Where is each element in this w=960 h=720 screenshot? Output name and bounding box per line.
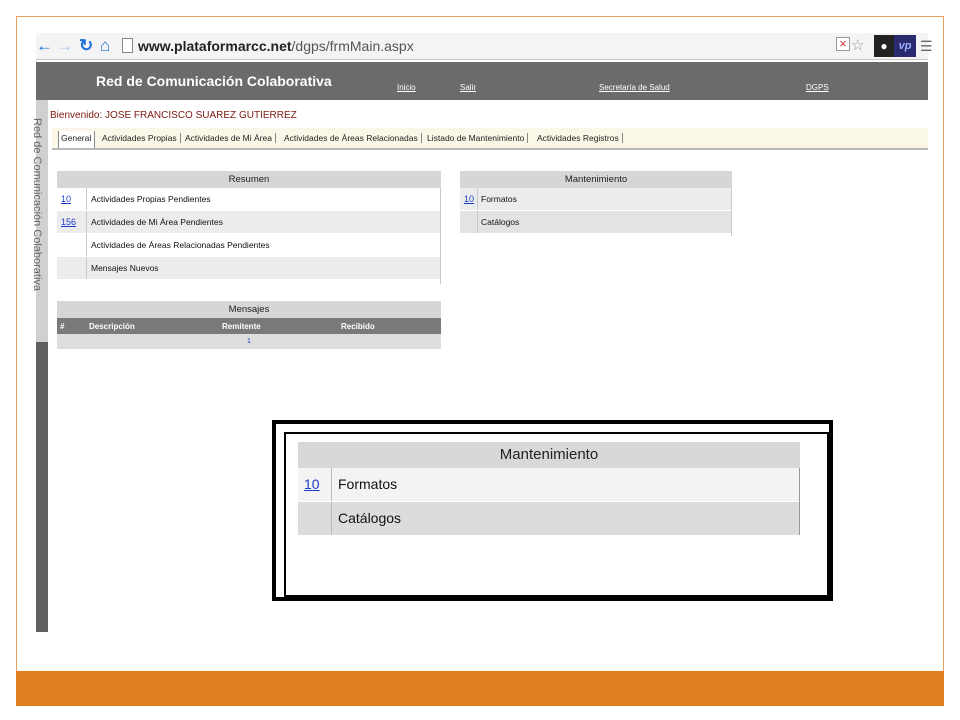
tab-bar: General Actividades Propias Actividades … xyxy=(52,128,928,150)
forward-arrow-icon[interactable]: → xyxy=(56,36,73,56)
star-icon[interactable]: ☆ xyxy=(851,37,864,55)
zoom-title: Mantenimiento xyxy=(298,442,800,468)
side-label: Red de Comunicación Colaborativa xyxy=(31,118,43,292)
address-bar[interactable]: www.plataformarcc.net/dgps/frmMain.aspx xyxy=(138,38,414,54)
inicio-link[interactable]: Inicio xyxy=(397,83,416,92)
resumen-label: Actividades de Áreas Relacionadas Pendie… xyxy=(91,240,270,250)
mantenimiento-count-link xyxy=(460,211,478,233)
zoom-frame: Mantenimiento 10 Formatos Catálogos xyxy=(276,424,829,597)
app-title: Red de Comunicación Colaborativa xyxy=(96,73,332,89)
resumen-label: Mensajes Nuevos xyxy=(91,263,159,273)
tab-general[interactable]: General xyxy=(58,131,96,148)
resumen-count-link xyxy=(57,234,87,256)
zoom-count-link xyxy=(298,502,332,535)
column-header[interactable]: # xyxy=(60,322,64,331)
url-host: www.plataformarcc.net xyxy=(138,38,292,54)
browser-toolbar: ← → ↻ ⌂ www.plataformarcc.net/dgps/frmMa… xyxy=(36,33,933,60)
mensajes-title: Mensajes xyxy=(57,301,441,318)
resumen-count-link xyxy=(57,257,87,279)
app-header: Red de Comunicación Colaborativa Inicio … xyxy=(36,62,928,100)
zoom-row: Catálogos xyxy=(298,502,800,535)
resumen-label: Actividades de Mi Área Pendientes xyxy=(91,217,223,227)
vp-extension-icon[interactable]: vp xyxy=(894,35,916,57)
zoom-label[interactable]: Catálogos xyxy=(338,510,401,526)
mantenimiento-count-link[interactable]: 10 xyxy=(460,188,478,210)
mantenimiento-title: Mantenimiento xyxy=(460,171,732,188)
extension-icon[interactable]: ● xyxy=(874,35,894,57)
tab-actividades-propias[interactable]: Actividades Propias xyxy=(102,133,181,143)
resumen-row: 156 Actividades de Mi Área Pendientes xyxy=(57,211,441,234)
back-arrow-icon[interactable]: ← xyxy=(36,36,53,56)
column-header[interactable]: Descripción xyxy=(89,322,135,331)
panel-border xyxy=(440,188,441,284)
resumen-count-link[interactable]: 10 xyxy=(57,188,87,210)
column-header[interactable]: Recibido xyxy=(341,322,375,331)
mantenimiento-row: 10 Formatos xyxy=(460,188,732,211)
salir-link[interactable]: Salir xyxy=(460,83,476,92)
column-header[interactable]: Remitente xyxy=(222,322,261,331)
mantenimiento-row: Catálogos xyxy=(460,211,732,234)
page-icon xyxy=(122,38,133,53)
mensajes-panel: Mensajes # Descripción Remitente Recibid… xyxy=(57,301,441,349)
welcome-text: Bienvenido: JOSE FRANCISCO SUAREZ GUTIER… xyxy=(50,110,297,121)
zoom-row: 10 Formatos xyxy=(298,468,800,501)
zoom-callout: Mantenimiento 10 Formatos Catálogos xyxy=(272,420,833,601)
reload-icon[interactable]: ↻ xyxy=(79,36,93,56)
resumen-title: Resumen xyxy=(57,171,441,188)
secretaria-link[interactable]: Secretaría de Salud xyxy=(599,83,670,92)
tab-listado-mantenimiento[interactable]: Listado de Mantenimiento xyxy=(427,133,529,143)
menu-icon[interactable]: ☰ xyxy=(920,37,933,55)
zoom-count-link[interactable]: 10 xyxy=(298,468,332,501)
close-icon[interactable]: × xyxy=(836,37,850,51)
mantenimiento-label[interactable]: Formatos xyxy=(481,194,517,204)
zoom-panel: Mantenimiento 10 Formatos Catálogos xyxy=(284,432,829,597)
resumen-panel: Resumen 10 Actividades Propias Pendiente… xyxy=(57,171,441,284)
zoom-label[interactable]: Formatos xyxy=(338,476,397,492)
tab-actividades-registros[interactable]: Actividades Registros xyxy=(537,133,623,143)
resumen-row: 10 Actividades Propias Pendientes xyxy=(57,188,441,211)
home-icon[interactable]: ⌂ xyxy=(100,36,110,56)
mantenimiento-label[interactable]: Catálogos xyxy=(481,217,519,227)
resumen-row: Actividades de Áreas Relacionadas Pendie… xyxy=(57,234,441,257)
tab-actividades-areas-relacionadas[interactable]: Actividades de Áreas Relacionadas xyxy=(284,133,422,143)
resumen-label: Actividades Propias Pendientes xyxy=(91,194,211,204)
zoom-border xyxy=(799,468,800,535)
resumen-count-link[interactable]: 156 xyxy=(57,211,87,233)
tab-actividades-mi-area[interactable]: Actividades de Mi Área xyxy=(185,133,276,143)
mensajes-pager[interactable]: 1 xyxy=(57,334,441,349)
footer-accent-bar xyxy=(16,671,944,706)
mantenimiento-panel: Mantenimiento 10 Formatos Catálogos xyxy=(460,171,732,236)
url-path: /dgps/frmMain.aspx xyxy=(291,38,414,54)
resumen-row: Mensajes Nuevos xyxy=(57,257,441,280)
panel-border xyxy=(731,188,732,236)
mensajes-table-header: # Descripción Remitente Recibido xyxy=(57,318,441,334)
dgps-link[interactable]: DGPS xyxy=(806,83,829,92)
